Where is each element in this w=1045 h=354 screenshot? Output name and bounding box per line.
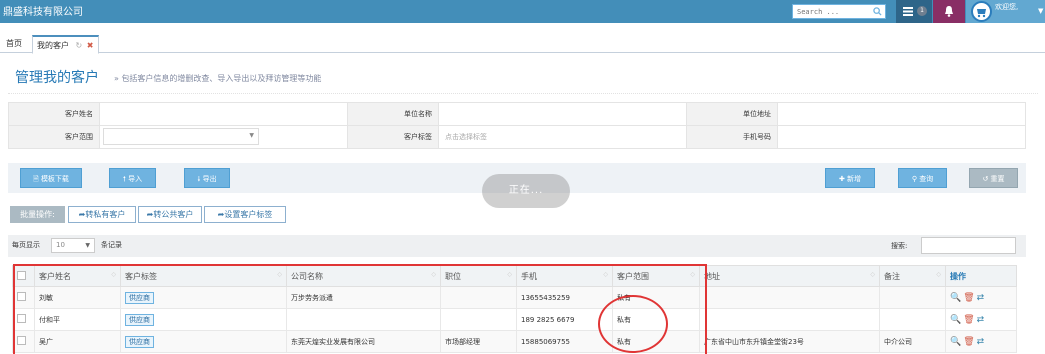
per-page-select[interactable]: 10 ▼ <box>51 238 95 253</box>
arrow-down-icon: 🠗 <box>197 175 201 183</box>
table-search-label: 搜索: <box>891 242 908 250</box>
operation-cell: 🔍 🗑 ⇄ <box>945 286 1017 309</box>
records-label: 条记录 <box>101 241 122 249</box>
download-template-button[interactable]: 🗎 模板下载 <box>20 168 82 188</box>
loading-overlay: 正在... <box>482 174 570 208</box>
phone-number-label: 手机号码 <box>686 125 778 149</box>
user-menu[interactable]: 欢迎您, ▼ <box>966 0 1045 23</box>
operation-cell: 🔍 🗑 ⇄ <box>945 330 1017 353</box>
operation-header: 操作 <box>945 265 1017 287</box>
tasks-count-badge: 1 <box>917 6 927 16</box>
sort-icon: ◇ <box>936 271 941 278</box>
undo-icon: ↺ <box>982 175 989 183</box>
transfer-icon[interactable]: ⇄ <box>977 337 985 347</box>
query-label: 查询 <box>919 175 934 183</box>
download-template-label: 模板下载 <box>40 175 69 183</box>
to-private-label: 转私有客户 <box>85 210 126 219</box>
tasks-menu[interactable]: 1 <box>896 0 932 23</box>
column-header[interactable]: 备注 ◇ <box>879 265 946 287</box>
company-name-field[interactable] <box>438 102 687 126</box>
chevron-down-icon[interactable]: ▼ <box>1038 7 1043 15</box>
search-input[interactable] <box>793 5 861 18</box>
plus-icon: ✚ <box>838 175 845 183</box>
trash-icon[interactable]: 🗑 <box>963 293 974 303</box>
search-icon[interactable] <box>873 7 882 18</box>
welcome-text: 欢迎您, <box>995 3 1019 11</box>
refresh-icon[interactable]: ↻ <box>76 41 83 50</box>
navbar-search[interactable] <box>792 4 886 19</box>
batch-operations-label: 批量操作: <box>10 206 65 223</box>
company-name-label: 单位名称 <box>347 102 439 126</box>
view-icon[interactable]: 🔍 <box>950 293 961 303</box>
page-header: 管理我的客户 » 包括客户信息的增删改查、导入导出以及拜访管理等功能 <box>8 62 1038 94</box>
customer-tag-label: 客户标签 <box>347 125 439 149</box>
bell-icon <box>944 6 954 19</box>
top-navbar: 鼎盛科技有限公司 1 欢迎您, ▼ <box>0 0 1045 23</box>
table-search-input[interactable] <box>921 237 1016 254</box>
operation-cell: 🔍 🗑 ⇄ <box>945 308 1017 331</box>
note-cell: 中介公司 <box>879 330 946 353</box>
add-label: 新增 <box>847 175 862 183</box>
import-button[interactable]: 🠕 导入 <box>109 168 156 188</box>
customer-name-field[interactable] <box>99 102 348 126</box>
trash-icon[interactable]: 🗑 <box>963 337 974 347</box>
header-note: 备注 <box>884 271 900 281</box>
company-address-label: 单位地址 <box>686 102 778 126</box>
customer-range-label: 客户范围 <box>8 125 100 149</box>
brand-name[interactable]: 鼎盛科技有限公司 <box>3 3 83 18</box>
to-public-label: 转公共客户 <box>153 210 194 219</box>
note-cell <box>879 308 946 331</box>
tab-home[interactable]: 首页 <box>2 35 26 53</box>
chevron-down-icon: ▼ <box>85 242 90 249</box>
import-label: 导入 <box>128 175 143 183</box>
per-page-value: 10 <box>56 241 65 249</box>
export-label: 导出 <box>202 175 217 183</box>
column-header[interactable]: 地址 ◇ <box>699 265 880 287</box>
sort-icon: ◇ <box>870 271 875 278</box>
export-button[interactable]: 🠗 导出 <box>184 168 230 188</box>
search-icon: ⚲ <box>911 175 917 183</box>
to-private-button[interactable]: ➦转私有客户 <box>68 206 136 223</box>
customer-range-cell: ▼ <box>99 125 348 149</box>
user-avatar-icon <box>971 1 992 22</box>
address-cell: 广东省中山市东升镇金堂街23号 <box>699 330 880 353</box>
note-cell <box>879 286 946 309</box>
set-tag-button[interactable]: ➦设置客户标签 <box>204 206 286 223</box>
add-button[interactable]: ✚ 新增 <box>825 168 875 188</box>
close-icon[interactable]: ✖ <box>87 41 94 50</box>
tasks-icon <box>903 7 913 18</box>
customer-name-label: 客户姓名 <box>8 102 100 126</box>
tab-bar: 首页 我的客户 ↻ ✖ <box>0 29 1045 54</box>
reset-button[interactable]: ↺ 重置 <box>969 168 1018 188</box>
tab-my-customers[interactable]: 我的客户 ↻ ✖ <box>32 35 99 54</box>
per-page-label: 每页显示 <box>12 241 40 249</box>
highlight-circle <box>598 295 668 353</box>
table-toolbar: 每页显示 10 ▼ 条记录 搜索: <box>8 235 1026 257</box>
phone-number-field[interactable] <box>777 125 1026 149</box>
view-icon[interactable]: 🔍 <box>950 315 961 325</box>
transfer-icon[interactable]: ⇄ <box>977 315 985 325</box>
chevron-down-icon: ▼ <box>249 131 254 139</box>
transfer-icon[interactable]: ⇄ <box>977 293 985 303</box>
page-title: 管理我的客户 <box>15 70 99 86</box>
address-cell <box>699 308 880 331</box>
to-public-button[interactable]: ➦转公共客户 <box>138 206 202 223</box>
page-description: » 包括客户信息的增删改查、导入导出以及拜访管理等功能 <box>114 74 322 83</box>
view-icon[interactable]: 🔍 <box>950 337 961 347</box>
reset-label: 重置 <box>990 175 1005 183</box>
address-cell <box>699 286 880 309</box>
customer-range-select[interactable]: ▼ <box>103 127 259 145</box>
notifications-menu[interactable] <box>933 0 965 23</box>
set-tag-label: 设置客户标签 <box>224 210 273 219</box>
company-address-field[interactable] <box>777 102 1026 126</box>
tab-label: 我的客户 <box>37 41 69 50</box>
file-icon: 🗎 <box>33 175 39 183</box>
arrow-up-icon: 🠕 <box>122 175 126 183</box>
customer-tag-field[interactable]: 点击选择标签 <box>438 125 687 149</box>
query-button[interactable]: ⚲ 查询 <box>898 168 947 188</box>
trash-icon[interactable]: 🗑 <box>963 315 974 325</box>
filter-form: 客户姓名 单位名称 单位地址 客户范围 ▼ 客户标签 点击选择标签 手机号码 <box>8 102 1026 149</box>
